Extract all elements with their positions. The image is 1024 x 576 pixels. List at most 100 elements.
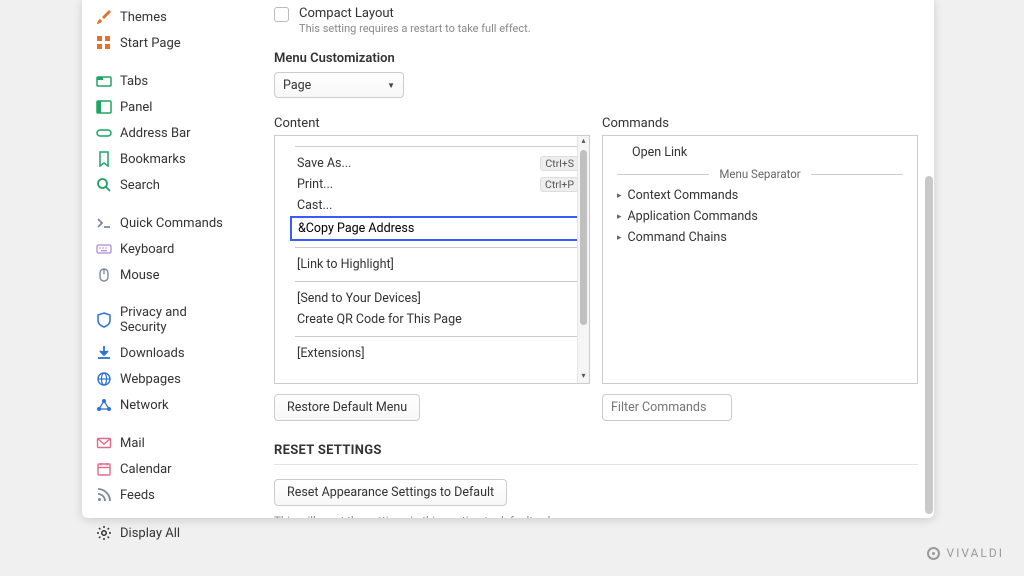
sidebar-item-label: Keyboard <box>120 242 174 257</box>
sidebar-item-label: Mail <box>120 436 145 451</box>
divider <box>274 464 918 465</box>
settings-window: Themes Start Page Tabs Panel Address Bar Book… <box>82 0 934 518</box>
sidebar-item-label: Quick Commands <box>120 216 223 231</box>
commands-listbox[interactable]: Open Link Menu Separator ▸Context Commands… <box>602 135 918 384</box>
reset-settings-heading: RESET SETTINGS <box>274 443 918 458</box>
mouse-icon <box>96 267 112 283</box>
sidebar-item-tabs[interactable]: Tabs <box>82 68 250 94</box>
sidebar-item-panel[interactable]: Panel <box>82 94 250 120</box>
keyboard-icon <box>96 241 112 257</box>
sidebar-item-label: Display All <box>120 526 180 541</box>
sidebar-item-quick-commands[interactable]: Quick Commands <box>82 210 250 236</box>
sidebar-item-label: Feeds <box>120 488 155 503</box>
content-item-editing[interactable] <box>290 216 586 241</box>
sidebar-item-network[interactable]: Network <box>82 392 250 418</box>
rss-icon <box>96 487 112 503</box>
compact-layout-label: Compact Layout <box>299 6 531 21</box>
content-listbox[interactable]: Save As...Ctrl+SPrint...Ctrl+PCast... [Li… <box>274 135 590 384</box>
content-item[interactable]: Save As...Ctrl+S <box>295 153 581 174</box>
content-item[interactable]: [Send to Your Devices] <box>295 288 581 309</box>
main-scrollbar[interactable]: ▾ <box>924 0 934 518</box>
gear-icon <box>96 525 112 541</box>
sidebar-item-mouse[interactable]: Mouse <box>82 262 250 288</box>
sidebar-item-mail[interactable]: Mail <box>82 430 250 456</box>
sidebar-item-label: Themes <box>120 10 167 25</box>
command-item[interactable]: Open Link <box>617 142 903 163</box>
tabs-icon <box>96 73 112 89</box>
content-scrollbar[interactable]: ▴ ▾ <box>577 136 589 383</box>
scroll-down-icon[interactable]: ▾ <box>578 371 589 383</box>
sidebar-item-webpages[interactable]: Webpages <box>82 366 250 392</box>
sidebar-item-label: Search <box>120 178 160 193</box>
restore-default-menu-button[interactable]: Restore Default Menu <box>274 394 420 421</box>
sidebar-item-label: Downloads <box>120 346 185 361</box>
reset-appearance-button[interactable]: Reset Appearance Settings to Default <box>274 479 507 506</box>
download-icon <box>96 345 112 361</box>
vivaldi-brand: VIVALDI <box>927 546 1004 560</box>
compact-layout-row[interactable]: Compact Layout This setting requires a r… <box>274 0 918 35</box>
mail-icon <box>96 435 112 451</box>
compact-layout-checkbox[interactable] <box>274 7 289 22</box>
sidebar-item-label: Network <box>120 398 169 413</box>
command-item[interactable]: ▸Context Commands <box>617 185 903 206</box>
filter-commands-input[interactable] <box>602 394 732 421</box>
chevron-down-icon: ▼ <box>387 81 395 90</box>
grid-icon <box>96 35 112 51</box>
sidebar-item-label: Address Bar <box>120 126 191 141</box>
commands-title: Commands <box>602 116 918 131</box>
sidebar-item-feeds[interactable]: Feeds <box>82 482 250 508</box>
sidebar-item-calendar[interactable]: Calendar <box>82 456 250 482</box>
content-item[interactable]: Cast... <box>295 195 581 216</box>
scroll-down-icon[interactable]: ▾ <box>929 516 934 518</box>
sidebar-item-bookmarks[interactable]: Bookmarks <box>82 146 250 172</box>
reset-hint: This will reset the settings in this sec… <box>274 514 918 518</box>
globe-icon <box>96 371 112 387</box>
sidebar-item-label: Mouse <box>120 268 160 283</box>
menu-scope-select[interactable]: Page ▼ <box>274 72 404 98</box>
sidebar-item-search[interactable]: Search <box>82 172 250 198</box>
sidebar-item-themes[interactable]: Themes <box>82 4 250 30</box>
expand-icon: ▸ <box>617 212 622 222</box>
scroll-up-icon[interactable]: ▴ <box>578 136 589 148</box>
settings-main: Compact Layout This setting requires a r… <box>250 0 934 518</box>
content-item-edit-input[interactable] <box>294 220 582 237</box>
sidebar-item-privacy-and-security[interactable]: Privacy and Security <box>82 300 250 340</box>
expand-icon: ▸ <box>617 191 622 201</box>
menu-separator <box>295 336 581 337</box>
brush-icon <box>96 9 112 25</box>
menu-customization-title: Menu Customization <box>274 51 918 66</box>
commands-separator[interactable]: Menu Separator <box>617 167 903 181</box>
sidebar-item-label: Panel <box>120 100 152 115</box>
sidebar-item-downloads[interactable]: Downloads <box>82 340 250 366</box>
search-icon <box>96 177 112 193</box>
address-icon <box>96 125 112 141</box>
sidebar-item-address-bar[interactable]: Address Bar <box>82 120 250 146</box>
main-scroll-thumb[interactable] <box>925 176 933 514</box>
brand-text: VIVALDI <box>946 546 1004 560</box>
content-scroll-thumb[interactable] <box>580 150 587 325</box>
content-item[interactable]: Create QR Code for This Page <box>295 309 581 330</box>
content-title: Content <box>274 116 590 131</box>
sidebar-item-keyboard[interactable]: Keyboard <box>82 236 250 262</box>
sidebar-item-label: Tabs <box>120 74 148 89</box>
command-item[interactable]: ▸Command Chains <box>617 227 903 248</box>
vivaldi-logo-icon <box>927 547 940 560</box>
sidebar-item-start-page[interactable]: Start Page <box>82 30 250 56</box>
shortcut-badge: Ctrl+P <box>540 177 579 192</box>
compact-layout-hint: This setting requires a restart to take … <box>299 22 531 35</box>
content-item[interactable]: Print...Ctrl+P <box>295 174 581 195</box>
calendar-icon <box>96 461 112 477</box>
command-item[interactable]: ▸Application Commands <box>617 206 903 227</box>
expand-icon: ▸ <box>617 233 622 243</box>
network-icon <box>96 397 112 413</box>
sidebar-item-display-all[interactable]: Display All <box>82 520 250 546</box>
sidebar-item-label: Calendar <box>120 462 172 477</box>
shortcut-badge: Ctrl+S <box>540 156 579 171</box>
content-item[interactable]: [Extensions] <box>295 343 581 364</box>
shield-icon <box>96 312 112 328</box>
sidebar-item-label: Privacy and Security <box>120 305 236 335</box>
sidebar-item-label: Bookmarks <box>120 152 186 167</box>
bookmark-icon <box>96 151 112 167</box>
content-item[interactable]: [Link to Highlight] <box>295 254 581 275</box>
panel-icon <box>96 99 112 115</box>
